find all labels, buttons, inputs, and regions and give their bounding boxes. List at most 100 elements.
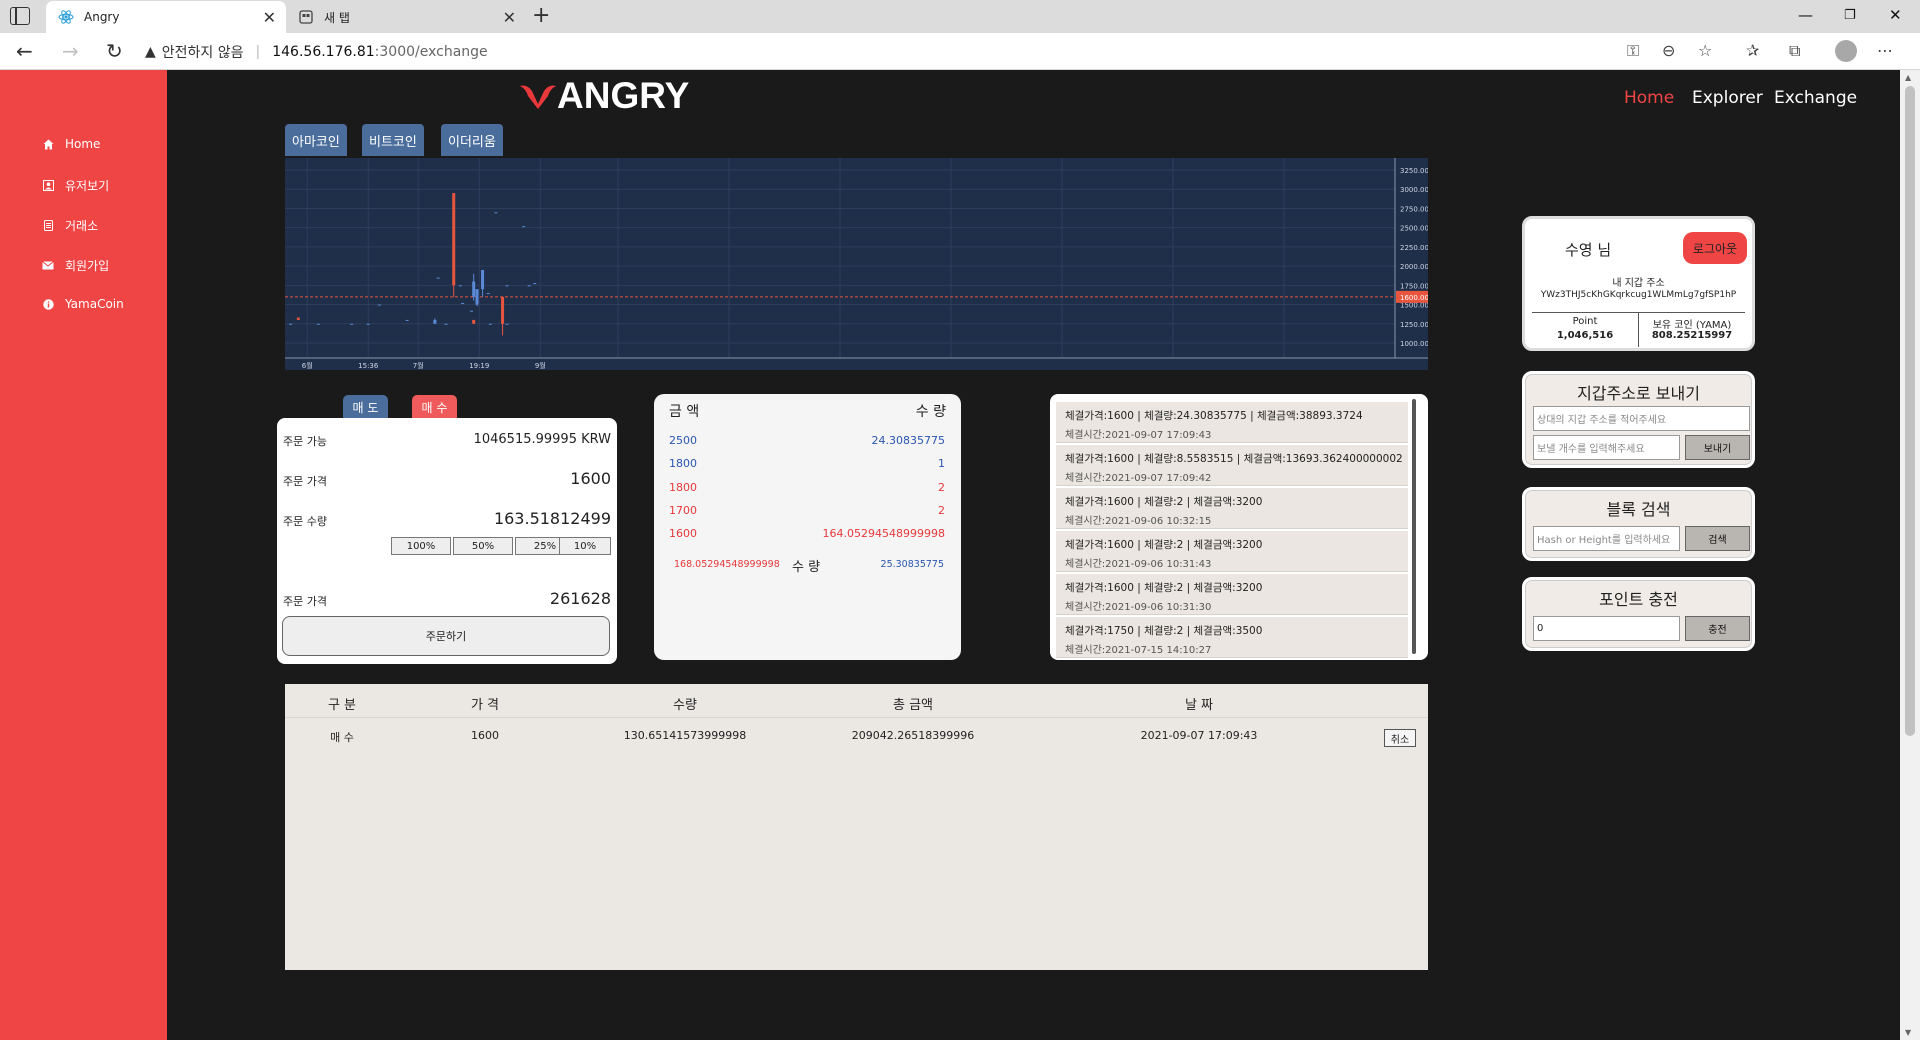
tab-bitcoin[interactable]: 비트코인 <box>362 124 424 156</box>
more-icon[interactable]: ⋯ <box>1877 41 1893 60</box>
sidebar-item-exchange[interactable]: 거래소 <box>42 217 98 234</box>
topnav-home[interactable]: Home <box>1624 88 1674 108</box>
balance-grid: Point 1,046,516 보유 코인 (YAMA) 808.2521599… <box>1532 312 1745 347</box>
window-close-icon[interactable]: ✕ <box>1889 6 1902 24</box>
send-button[interactable]: 보내기 <box>1685 435 1750 460</box>
close-tab-icon[interactable]: ✕ <box>263 8 276 27</box>
history-detail: 체결가격:1600 | 체결량:2 | 체결금액:3200 <box>1065 539 1263 551</box>
minimize-icon[interactable]: — <box>1798 6 1813 24</box>
qty-input[interactable]: 163.51812499 <box>494 509 611 528</box>
sidebar-item-label: YamaCoin <box>65 297 124 311</box>
candle-body <box>475 289 479 305</box>
order-total: 209042.26518399996 <box>851 729 975 742</box>
topnav-exchange[interactable]: Exchange <box>1774 88 1857 108</box>
forward-icon[interactable]: → <box>62 39 79 63</box>
browser-tabstrip: Angry ✕ 새 탭 ✕ + — ❐ ✕ <box>0 0 1920 33</box>
book-row[interactable]: 1700 2 <box>669 504 945 517</box>
my-orders-table: 구 분 가 격 수량 총 금액 날 짜 매 수 1600 130.6514157… <box>285 684 1428 970</box>
sidebar-item-signup[interactable]: 회원가입 <box>42 257 109 274</box>
y-tick-label: 2000.00 <box>1400 263 1428 271</box>
collections-icon[interactable]: ⧉ <box>1789 41 1800 61</box>
browser-tab-angry[interactable]: Angry ✕ <box>46 1 286 33</box>
scroll-down-icon[interactable]: ▼ <box>1905 1028 1911 1037</box>
sell-mode-button[interactable]: 매 도 <box>343 395 388 419</box>
place-order-button[interactable]: 주문하기 <box>282 616 610 656</box>
favorite-icon[interactable]: ☆ <box>1698 41 1712 60</box>
pct-100-button[interactable]: 100% <box>391 537 451 555</box>
topnav-explorer[interactable]: Explorer <box>1692 88 1763 108</box>
recipient-address-input[interactable]: 상대의 지갑 주소를 적어주세요 <box>1533 406 1750 431</box>
history-item: 체결가격:1600 | 체결량:24.30835775 | 체결금액:38893… <box>1056 402 1408 443</box>
cancel-order-button[interactable]: 취소 <box>1384 729 1416 747</box>
price-chart[interactable]: 3250.00 3000.00 2750.00 2500.00 2250.00 2000.… <box>285 158 1428 370</box>
order-form: 주문 가능 1046515.99995 KRW 주문 가격 1600 주문 수량… <box>277 418 617 664</box>
scroll-thumb[interactable] <box>1905 86 1915 736</box>
candle-body <box>469 310 473 312</box>
y-tick-label: 1250.00 <box>1400 321 1428 329</box>
y-tick-label: 1000.00 <box>1400 340 1428 348</box>
url-separator: | <box>255 43 261 60</box>
tab-ethereum[interactable]: 이더리움 <box>441 124 503 156</box>
sidebar-item-home[interactable]: Home <box>42 137 100 151</box>
scroll-up-icon[interactable]: ▲ <box>1905 73 1911 82</box>
back-icon[interactable]: ← <box>16 39 33 63</box>
x-tick-label: 6월 <box>302 361 313 370</box>
tab-title: Angry <box>84 10 120 24</box>
coin-value: 808.25215997 <box>1651 330 1733 341</box>
book-row[interactable]: 1600 164.05294548999998 <box>669 527 945 540</box>
book-row[interactable]: 1800 1 <box>669 457 945 470</box>
angry-logo[interactable]: ANGRY <box>519 75 690 116</box>
candle-body <box>527 285 531 287</box>
price-input[interactable]: 1600 <box>570 469 611 488</box>
sidebar-item-users[interactable]: 유저보기 <box>42 177 109 194</box>
close-tab-icon[interactable]: ✕ <box>503 8 516 27</box>
tab-amacoin[interactable]: 아마코인 <box>285 124 347 156</box>
mail-icon <box>42 260 54 272</box>
book-row[interactable]: 1800 2 <box>669 481 945 494</box>
book-row[interactable]: 2500 24.30835775 <box>669 434 945 447</box>
logo-text: ANGRY <box>557 75 690 116</box>
book-price: 1800 <box>669 457 697 470</box>
total-value: 261628 <box>549 589 611 608</box>
y-tick-label: 2500.00 <box>1400 225 1428 233</box>
buy-mode-button[interactable]: 매 수 <box>412 395 457 419</box>
book-price: 2500 <box>669 434 697 447</box>
block-search-button[interactable]: 검색 <box>1685 526 1750 551</box>
zoom-icon[interactable]: ⊖ <box>1662 41 1675 60</box>
qty-label: 주문 수량 <box>283 515 327 528</box>
block-search-input[interactable]: Hash or Height를 입력하세요 <box>1533 526 1680 551</box>
col-price: 가 격 <box>470 698 500 713</box>
new-tab-icon[interactable]: + <box>532 3 550 28</box>
tab-actions-icon[interactable] <box>10 7 30 25</box>
history-time: 체결시간:2021-07-15 14:10:27 <box>1065 645 1212 656</box>
profile-avatar[interactable] <box>1835 40 1857 62</box>
logout-button[interactable]: 로그아웃 <box>1683 232 1747 264</box>
page-scrollbar[interactable]: ▲ ▼ <box>1900 70 1920 1040</box>
bat-wing-icon <box>520 85 556 109</box>
candle-body <box>444 323 448 325</box>
refresh-icon[interactable]: ↻ <box>106 39 123 63</box>
react-icon <box>58 9 74 25</box>
pct-50-button[interactable]: 50% <box>453 537 513 555</box>
restore-icon[interactable]: ❐ <box>1844 8 1856 23</box>
sidebar-item-yamacoin[interactable]: YamaCoin <box>42 297 124 311</box>
charge-amount-input[interactable]: 0 <box>1533 616 1680 641</box>
favorites-list-icon[interactable]: ✰ <box>1746 41 1759 60</box>
order-book: 금 액 수 량 2500 24.30835775 1800 1 1800 2 1… <box>654 394 961 660</box>
key-icon[interactable]: ⚿ <box>1627 41 1639 61</box>
available-value: 1046515.99995 KRW <box>473 432 611 447</box>
candle-body <box>533 283 537 285</box>
send-panel: 지갑주소로 보내기 상대의 지갑 주소를 적어주세요 보낼 개수를 입력해주세요… <box>1522 371 1755 468</box>
send-amount-input[interactable]: 보낼 개수를 입력해주세요 <box>1533 435 1680 460</box>
sidebar-item-label: 회원가입 <box>65 259 110 273</box>
history-item: 체결가격:1600 | 체결량:8.5583515 | 체결금액:13693.3… <box>1056 445 1408 486</box>
history-scrollbar[interactable] <box>1412 399 1416 654</box>
url-field[interactable]: ▲ 안전하지 않음 | 146.56.176.81 :3000/exchange <box>145 38 1675 65</box>
book-qty: 24.30835775 <box>871 434 945 447</box>
browser-tab-new[interactable]: 새 탭 ✕ <box>286 1 526 33</box>
y-tick-label: 3250.00 <box>1400 167 1428 175</box>
coin-label: 보유 코인 (YAMA) <box>1652 320 1732 331</box>
charge-button[interactable]: 충전 <box>1685 616 1750 641</box>
pct-10-button[interactable]: 10% <box>559 537 611 555</box>
history-time: 체결시간:2021-09-07 17:09:42 <box>1065 473 1212 484</box>
